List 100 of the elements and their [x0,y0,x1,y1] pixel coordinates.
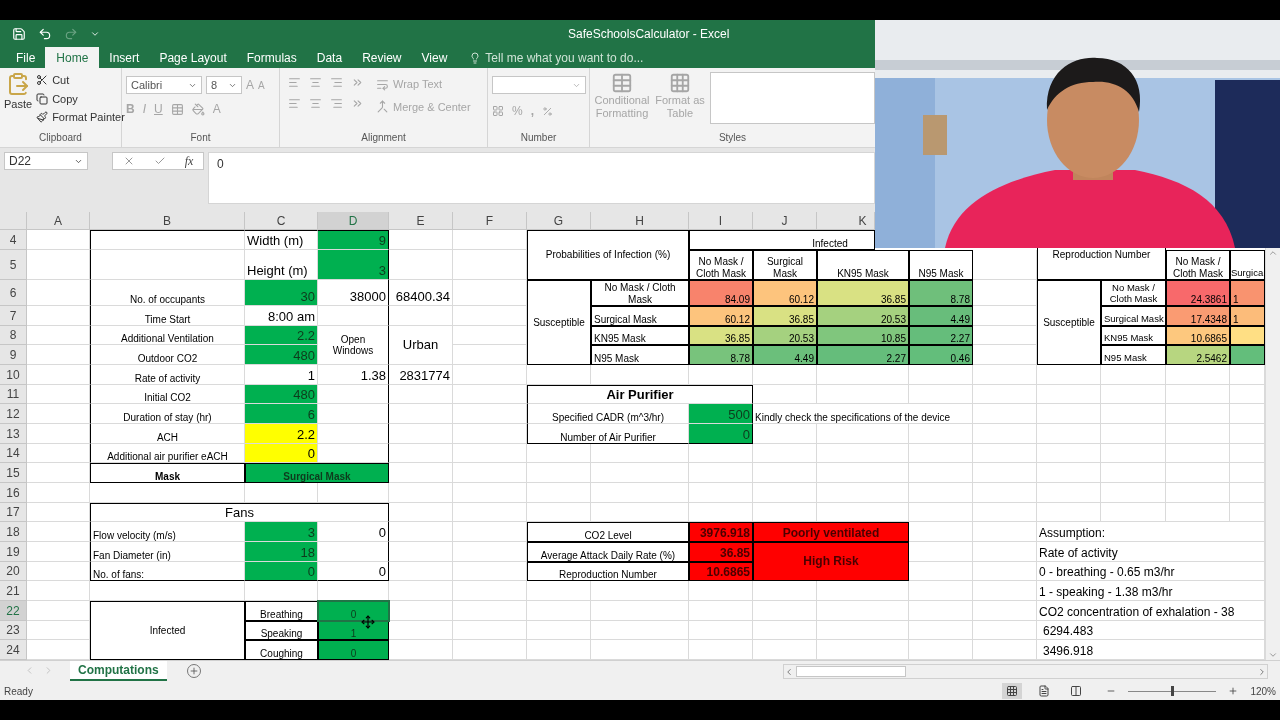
sheet-cell[interactable]: 3496.918 [1037,640,1265,660]
paste-button[interactable]: Paste [4,72,33,130]
sheet-cell[interactable]: Surgical Mask [591,306,689,326]
sheet-cell[interactable]: Additional Ventilation [90,326,245,345]
sheet-cell[interactable]: 10.6865 [689,562,753,581]
formula-field[interactable]: 0 [208,152,875,204]
sheet-cell[interactable]: KN95 Mask [1101,326,1166,345]
sheet-cell[interactable]: 8.78 [909,280,973,306]
sheet-cell[interactable]: 1 [1230,306,1265,326]
sheet-cell[interactable]: Height (m) [245,250,318,280]
sheet-cell[interactable]: KN95 Mask [817,250,909,280]
sheet-cell[interactable]: 3 [245,522,318,542]
ribbon-tab[interactable]: File [6,47,46,68]
sheet-cell[interactable]: 0 [245,562,318,581]
column-header[interactable]: C [245,212,318,230]
sheet-cell[interactable]: High Risk [753,542,909,581]
sheet-cell[interactable]: 10.85 [817,326,909,345]
sheet-cell[interactable]: 500 [689,404,753,424]
column-header[interactable]: F [453,212,527,230]
row-header[interactable]: 16 [0,483,27,503]
sheet-cell[interactable]: Susceptible [1037,280,1101,365]
sheet-cell[interactable]: 480 [245,345,318,365]
column-header[interactable]: B [90,212,245,230]
sheet-cell[interactable]: Time Start [90,306,245,326]
sheet-cell[interactable]: ACH [90,424,245,444]
sheet-cell[interactable]: Outdoor CO2 [90,345,245,365]
row-header[interactable]: 12 [0,404,27,424]
column-header[interactable]: E [389,212,453,230]
sheet-cell[interactable]: 2831774 [389,365,453,385]
sheet-cell[interactable]: Width (m) [245,230,318,250]
sheet-cell[interactable]: Surgical Mask [245,463,389,483]
sheet-cell[interactable]: 0 [318,601,389,621]
row-header[interactable]: 13 [0,424,27,444]
zoom-slider-thumb[interactable] [1171,686,1175,696]
sheet-cell[interactable]: 24.3861 [1166,280,1230,306]
sheet-cell[interactable]: No. of occupants [90,280,245,306]
sheet-cell[interactable]: 30 [245,280,318,306]
sheet-cell[interactable]: Coughing [245,640,318,660]
sheet-cell[interactable] [1230,345,1265,365]
row-header[interactable]: 17 [0,503,27,522]
row-header[interactable]: 11 [0,385,27,404]
column-header[interactable]: H [591,212,689,230]
undo-button[interactable] [38,26,52,41]
sheet-cell[interactable]: Rate of activity [1037,542,1265,562]
sheet-cell[interactable]: No Mask / Cloth Mask [591,280,689,306]
sheet-cell[interactable]: 1 [245,365,318,385]
sheet-cell[interactable]: 18 [245,542,318,562]
sheet-cell[interactable]: 0 - breathing - 0.65 m3/hr [1037,562,1265,581]
copy-button[interactable]: Copy [36,90,125,107]
row-header[interactable]: 20 [0,562,27,581]
zoom-in-icon[interactable] [1228,686,1239,696]
sheet-cell[interactable]: No Mask / Cloth Mask [1166,250,1230,280]
row-header[interactable]: 21 [0,581,27,601]
ribbon-tab[interactable]: Insert [99,47,150,68]
sheet-cell[interactable]: 8.78 [689,345,753,365]
sheet-cell[interactable]: 2.27 [909,326,973,345]
row-header[interactable]: 14 [0,444,27,463]
sheet-cell[interactable]: Poorly ventilated [753,522,909,542]
tell-me-field[interactable]: Tell me what you want to do... [457,47,644,68]
sheet-cell[interactable]: 1 - speaking - 1.38 m3/hr [1037,581,1265,601]
sheet-cell[interactable]: 60.12 [689,306,753,326]
row-header[interactable]: 6 [0,280,27,306]
row-header[interactable]: 19 [0,542,27,562]
sheet-cell[interactable]: 60.12 [753,280,817,306]
row-header[interactable]: 8 [0,326,27,345]
sheet-cell[interactable]: Air Purifier [527,385,753,404]
sheet-cell[interactable]: Probabilities of Infection (%) [527,230,689,280]
column-header[interactable]: G [527,212,591,230]
zoom-slider[interactable] [1128,686,1217,696]
ribbon-tab[interactable]: Review [352,47,412,68]
sheet-cell[interactable]: No. of fans: [90,562,245,581]
sheet-cell[interactable]: 10.6865 [1166,326,1230,345]
sheet-cell[interactable]: 0 [318,640,389,660]
sheet-cell[interactable]: Infected [689,230,875,250]
sheet-cell[interactable]: 2.2 [245,326,318,345]
sheet-cell[interactable]: N95 Mask [1101,345,1166,365]
row-header[interactable]: 10 [0,365,27,385]
sheet-cell[interactable]: Reproduction Number [1037,248,1166,280]
sheet-cell[interactable]: Additional air purifier eACH [90,444,245,463]
sheet-cell[interactable]: Surgica [1230,250,1265,280]
ribbon-tab[interactable]: Formulas [236,47,307,68]
sheet-cell[interactable]: KN95 Mask [591,326,689,345]
sheet-cell[interactable]: 6 [245,404,318,424]
sheet-cell[interactable]: 2.2 [245,424,318,444]
horizontal-scrollbar[interactable] [782,664,1268,679]
zoom-percent[interactable]: 120% [1250,683,1280,699]
sheet-cell[interactable]: Assumption: [1037,522,1265,542]
ribbon-tab[interactable]: Data [306,47,353,68]
sheet-cell[interactable]: 1 [1230,280,1265,306]
sheet-cell[interactable]: Infected [90,601,245,660]
enter-icon[interactable] [153,155,166,167]
column-header[interactable]: D [318,212,389,230]
sheet-cell[interactable]: N95 Mask [909,250,973,280]
sheet-cell[interactable]: Reproduction Number [527,562,689,581]
sheet-cell[interactable]: 84.09 [689,280,753,306]
vertical-scrollbar[interactable] [1265,248,1280,660]
column-header[interactable]: J [753,212,817,230]
row-header[interactable]: 18 [0,522,27,542]
column-header[interactable]: A [27,212,90,230]
column-header[interactable]: K [817,212,875,230]
